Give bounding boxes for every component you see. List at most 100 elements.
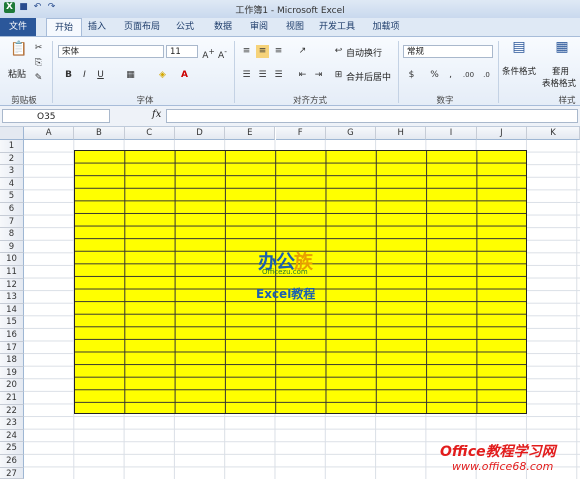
column-header[interactable]: E (225, 127, 276, 140)
column-header[interactable]: K (527, 127, 580, 140)
row-header[interactable]: 13 (0, 291, 24, 304)
tab-page-layout[interactable]: 页面布局 (118, 18, 166, 36)
row-header[interactable]: 2 (0, 152, 24, 166)
format-as-table-icon[interactable]: ▦ (553, 40, 571, 59)
paste-button[interactable]: 粘贴 (8, 67, 26, 80)
conditional-format-icon[interactable]: ▤ (510, 40, 528, 59)
tab-addins[interactable]: 加载项 (366, 18, 406, 36)
row-header[interactable]: 6 (0, 203, 24, 216)
tab-developer[interactable]: 开发工具 (316, 18, 358, 36)
borders-icon[interactable]: ▦ (124, 69, 137, 82)
row-header[interactable]: 8 (0, 228, 24, 241)
increase-decimal-icon[interactable]: .00 (462, 69, 475, 82)
align-bottom-icon[interactable]: ≡ (272, 45, 285, 58)
logo-site-text: Officezu.com (262, 268, 308, 276)
highlighted-range[interactable] (74, 150, 527, 414)
bold-button[interactable]: B (62, 69, 75, 82)
decrease-decimal-icon[interactable]: .0 (480, 69, 493, 82)
column-header[interactable]: G (325, 127, 377, 140)
row-header[interactable]: 15 (0, 316, 24, 329)
group-divider (234, 41, 235, 103)
ribbon: 📋 粘贴 ✂ ⎘ ✎ 剪贴板 宋体 11 A+ A- B I U ▦ ◈ A 字… (0, 36, 580, 106)
font-size-select[interactable]: 11 (166, 45, 198, 58)
align-center-icon[interactable]: ☰ (256, 69, 269, 82)
column-header[interactable]: C (124, 127, 175, 140)
row-header[interactable]: 16 (0, 329, 24, 342)
italic-button[interactable]: I (78, 69, 91, 82)
tab-formulas[interactable]: 公式 (170, 18, 200, 36)
cut-icon[interactable]: ✂ (32, 42, 45, 55)
row-header[interactable]: 19 (0, 366, 24, 380)
row-header[interactable]: 25 (0, 442, 24, 455)
name-box[interactable]: O35 (2, 109, 110, 123)
row-header[interactable]: 4 (0, 177, 24, 191)
ribbon-tabs: 文件 开始 插入 页面布局 公式 数据 审阅 视图 开发工具 加载项 (0, 18, 580, 37)
row-header[interactable]: 1 (0, 140, 24, 153)
column-header[interactable]: H (376, 127, 427, 140)
row-header[interactable]: 14 (0, 303, 24, 317)
row-header[interactable]: 24 (0, 429, 24, 443)
column-header[interactable]: D (174, 127, 226, 140)
format-painter-icon[interactable]: ✎ (32, 72, 45, 85)
alignment-group-label: 对齐方式 (292, 96, 327, 106)
underline-button[interactable]: U (94, 69, 107, 82)
align-middle-icon[interactable]: ≡ (256, 45, 269, 58)
fill-color-icon[interactable]: ◈ (156, 69, 169, 82)
format-as-table-button[interactable]: 套用 (552, 65, 569, 77)
clipboard-group-label: 剪贴板 (11, 96, 37, 106)
merge-center-button[interactable]: 合并后居中 (346, 70, 391, 83)
format-as-table-button-line2[interactable]: 表格格式 (542, 77, 576, 89)
font-name-select[interactable]: 宋体 (58, 45, 164, 58)
row-header[interactable]: 18 (0, 354, 24, 367)
merge-center-icon[interactable]: ⊞ (332, 69, 345, 82)
tab-review[interactable]: 审阅 (244, 18, 274, 36)
tab-insert[interactable]: 插入 (82, 18, 112, 36)
orientation-icon[interactable]: ↗ (296, 45, 309, 58)
column-header[interactable]: I (426, 127, 477, 140)
align-top-icon[interactable]: ≡ (240, 45, 253, 58)
row-header[interactable]: 27 (0, 467, 24, 479)
align-right-icon[interactable]: ☰ (272, 69, 285, 82)
watermark-url: www.office68.com (452, 460, 554, 473)
row-header[interactable]: 22 (0, 404, 24, 418)
row-header[interactable]: 11 (0, 266, 24, 279)
number-format-select[interactable]: 常规 (403, 45, 493, 58)
shrink-font-icon[interactable]: A- (216, 45, 229, 61)
row-header[interactable]: 17 (0, 341, 24, 355)
font-color-icon[interactable]: A (178, 69, 191, 82)
wrap-text-icon[interactable]: ↩ (332, 45, 345, 58)
percent-button[interactable]: % (428, 69, 441, 82)
select-all-corner[interactable] (0, 127, 24, 140)
tab-home[interactable]: 开始 (46, 18, 82, 37)
formula-input[interactable] (166, 109, 578, 123)
comma-button[interactable]: , (444, 69, 457, 82)
row-header[interactable]: 26 (0, 455, 24, 468)
row-header[interactable]: 12 (0, 278, 24, 292)
row-header[interactable]: 20 (0, 379, 24, 392)
decrease-indent-icon[interactable]: ⇤ (296, 69, 309, 82)
column-header[interactable]: F (275, 127, 326, 140)
conditional-format-button[interactable]: 条件格式 (502, 65, 536, 77)
insert-function-button[interactable]: fx (152, 109, 161, 120)
wrap-text-button[interactable]: 自动换行 (346, 46, 382, 59)
grow-font-icon[interactable]: A+ (202, 45, 215, 61)
row-header[interactable]: 23 (0, 417, 24, 430)
column-header[interactable]: J (476, 127, 527, 140)
copy-icon[interactable]: ⎘ (32, 57, 45, 70)
row-header[interactable]: 9 (0, 240, 24, 254)
tab-file[interactable]: 文件 (0, 18, 36, 36)
paste-icon[interactable]: 📋 (10, 42, 28, 61)
group-divider (52, 41, 53, 103)
tab-data[interactable]: 数据 (208, 18, 238, 36)
row-header[interactable]: 3 (0, 165, 24, 178)
align-left-icon[interactable]: ☰ (240, 69, 253, 82)
currency-icon[interactable]: $ (405, 69, 418, 82)
row-header[interactable]: 5 (0, 190, 24, 203)
row-header[interactable]: 7 (0, 215, 24, 229)
tab-view[interactable]: 视图 (280, 18, 310, 36)
row-header[interactable]: 10 (0, 253, 24, 266)
row-header[interactable]: 21 (0, 392, 24, 405)
increase-indent-icon[interactable]: ⇥ (312, 69, 325, 82)
column-header[interactable]: B (74, 127, 125, 140)
column-header[interactable]: A (24, 127, 75, 140)
